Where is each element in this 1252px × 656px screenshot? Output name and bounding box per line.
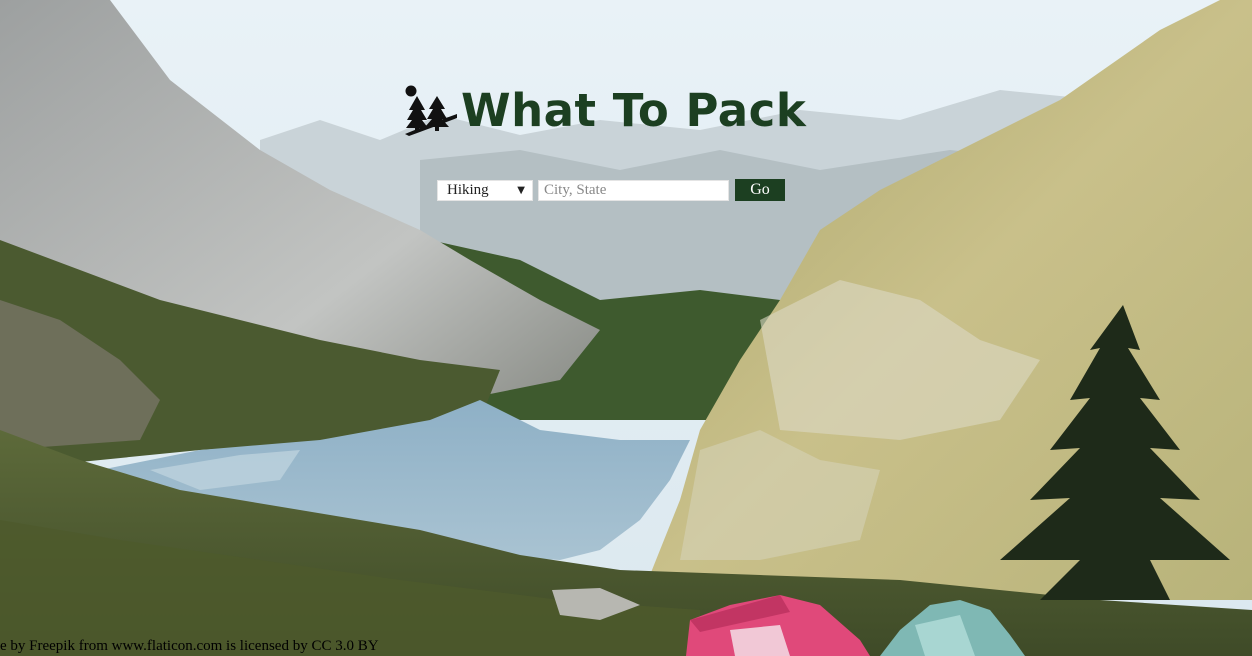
- search-form: Hiking ▼ City, State Go: [437, 179, 785, 201]
- go-button[interactable]: Go: [735, 179, 785, 201]
- attribution-credit: e by Freepik from www.flaticon.com is li…: [0, 638, 379, 654]
- chevron-down-icon: ▼: [517, 184, 525, 196]
- location-input-placeholder: City, State: [544, 181, 607, 198]
- location-input[interactable]: City, State: [538, 179, 729, 201]
- page-title: What To Pack: [461, 83, 807, 137]
- activity-select-value: Hiking: [447, 181, 489, 198]
- activity-select[interactable]: Hiking ▼: [437, 179, 533, 201]
- brand-header: What To Pack: [403, 80, 806, 140]
- trees-icon: [405, 85, 457, 136]
